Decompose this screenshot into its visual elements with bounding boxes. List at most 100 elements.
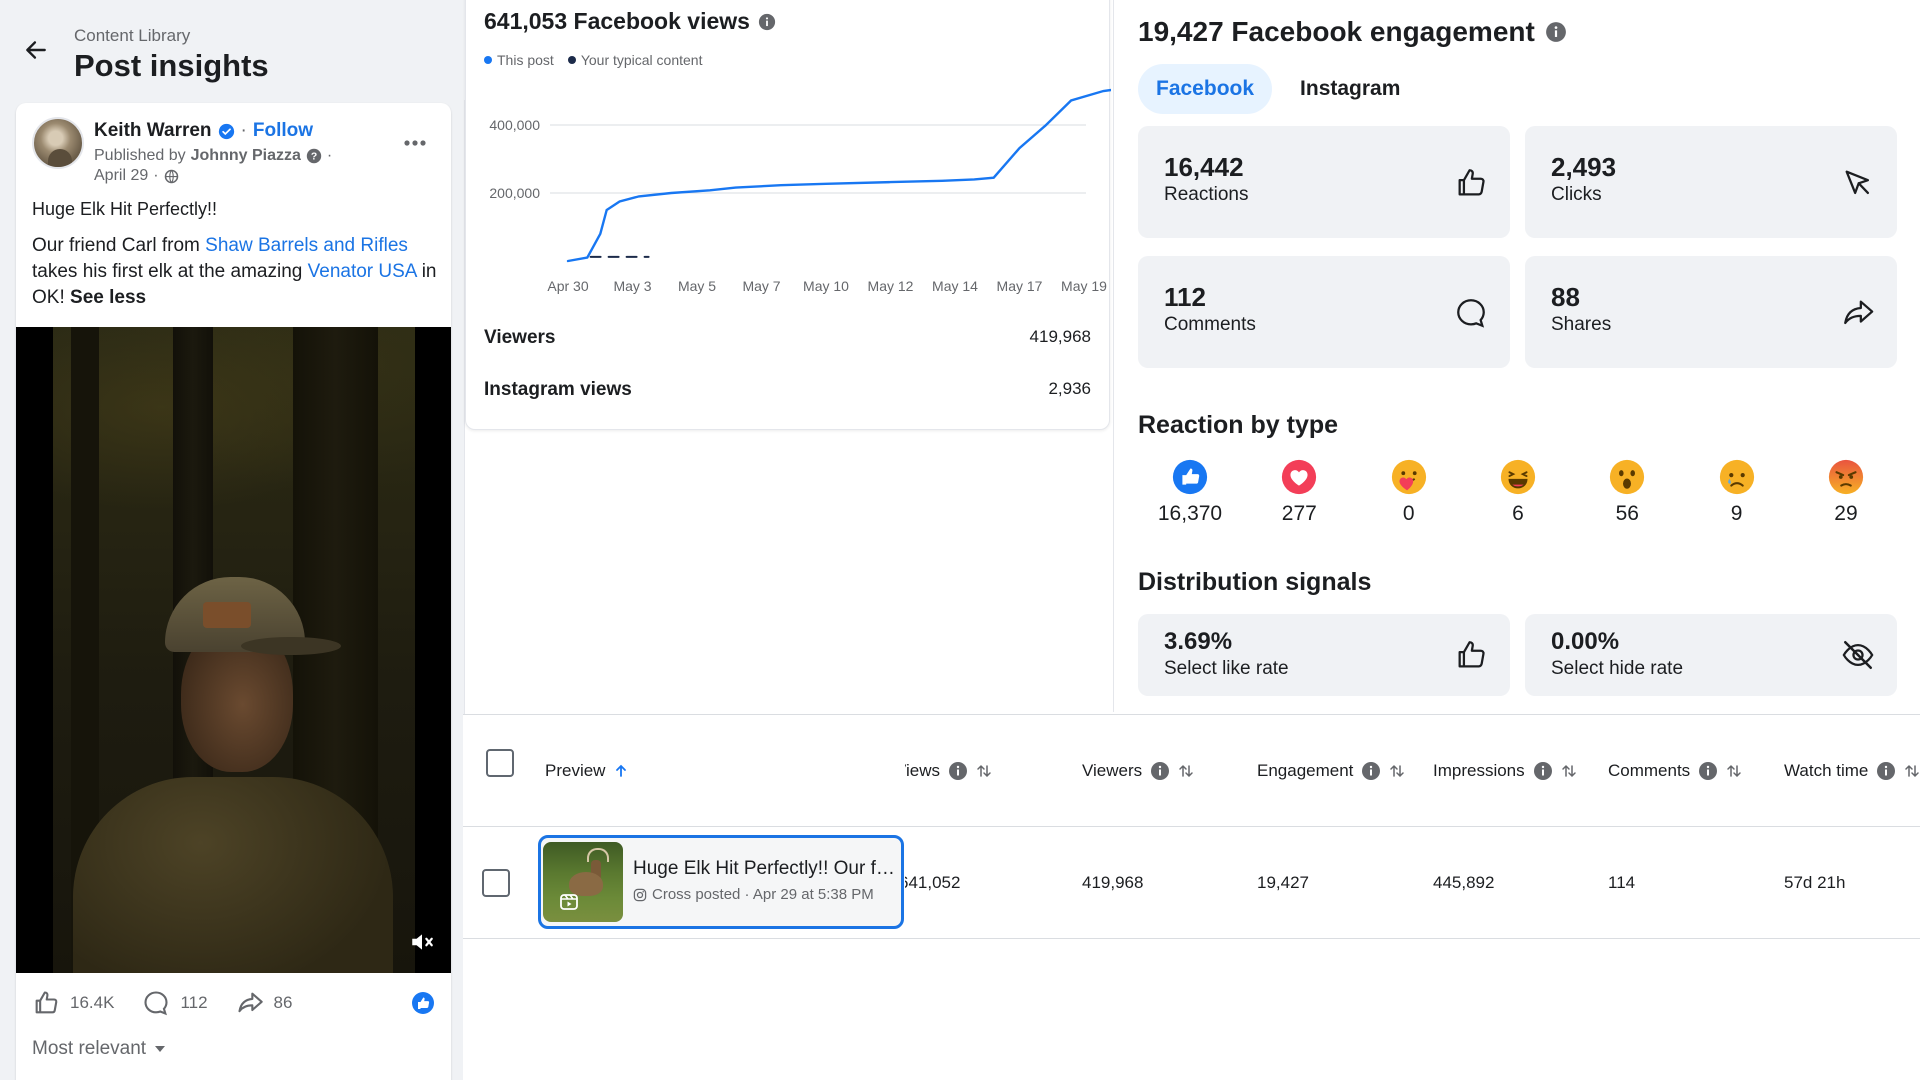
metric-value: 0.00%	[1551, 628, 1620, 655]
hide-rate-tile: 0.00% Select hide rate	[1525, 614, 1897, 696]
content-table: Preview Views Viewers Engagement Impress…	[463, 714, 1920, 1080]
select-all-checkbox[interactable]	[486, 749, 514, 777]
info-icon[interactable]	[1698, 761, 1718, 781]
metric-value: 112	[1164, 282, 1206, 312]
separator-dot: ·	[153, 167, 159, 184]
mute-button[interactable]	[407, 927, 437, 957]
separator-dot: ·	[326, 147, 333, 164]
reactions-tile: 16,442 Reactions	[1138, 126, 1510, 238]
tab-facebook[interactable]: Facebook	[1138, 64, 1273, 114]
x-tick-label: May 19	[1061, 278, 1107, 294]
like-rate-tile: 3.69% Select like rate	[1138, 614, 1510, 696]
post-action-bar: 16.4K 112 86	[16, 973, 451, 1033]
views-line-chart[interactable]: 400,000 200,000 Apr 30 May 3 May 5 May 7 May 1…	[466, 71, 1111, 311]
page-link-venator[interactable]: Venator USA	[308, 261, 417, 282]
separator-dot: ·	[240, 120, 247, 141]
cell-comments: 114	[1608, 873, 1636, 892]
info-icon[interactable]	[1361, 761, 1381, 781]
metric-label: Shares	[1551, 314, 1612, 335]
post-text: takes his first elk at the amazing	[32, 261, 308, 282]
column-header-comments[interactable]: Comments	[1608, 761, 1742, 781]
platform-tabs: Facebook Instagram	[1138, 64, 1418, 114]
sort-icon[interactable]	[1389, 763, 1405, 779]
reaction-count: 56	[1615, 502, 1639, 525]
metric-label: Comments	[1164, 314, 1256, 335]
page-link-shaw[interactable]: Shaw Barrels and Rifles	[205, 235, 408, 256]
cell-views: 641,052	[905, 873, 961, 892]
info-icon[interactable]	[1876, 761, 1896, 781]
metric-value: 88	[1551, 282, 1580, 312]
x-tick-label: May 17	[997, 278, 1043, 294]
publisher-name[interactable]: Johnny Piazza	[191, 147, 301, 165]
sort-icon[interactable]	[976, 763, 992, 779]
x-tick-label: Apr 30	[547, 278, 588, 294]
info-icon[interactable]	[1533, 761, 1553, 781]
care-reaction-icon	[1391, 459, 1426, 495]
page-header: Content Library Post insights	[0, 0, 465, 100]
thumbs-up-icon	[1458, 641, 1485, 668]
engagement-title: 19,427 Facebook engagement	[1138, 16, 1567, 48]
back-button[interactable]	[18, 32, 54, 68]
author-name[interactable]: Keith Warren	[94, 120, 212, 142]
comment-icon	[144, 991, 168, 1016]
column-header-views[interactable]: Views	[905, 761, 1035, 781]
post-thumbnail	[543, 842, 623, 922]
reaction-count: 277	[1281, 502, 1317, 525]
comment-sort-dropdown[interactable]: Most relevant	[32, 1038, 166, 1060]
info-icon[interactable]	[1545, 21, 1567, 43]
reaction-count: 16,370	[1157, 502, 1223, 525]
like-reaction-badge-icon	[412, 992, 434, 1014]
column-header-watch-time[interactable]: Watch time	[1784, 761, 1920, 781]
table-row[interactable]: Huge Elk Hit Perfectly!! Our friend Carl…	[463, 827, 1920, 939]
share-button[interactable]: 86	[236, 989, 292, 1017]
post-body: Our friend Carl from Shaw Barrels and Ri…	[32, 233, 442, 311]
info-icon[interactable]	[758, 13, 776, 31]
follow-button[interactable]: Follow	[253, 120, 313, 142]
eye-slash-icon	[1842, 640, 1874, 670]
x-tick-label: May 12	[868, 278, 914, 294]
column-header-preview[interactable]: Preview	[545, 761, 629, 781]
post-preview-cell[interactable]: Huge Elk Hit Perfectly!! Our friend Carl…	[538, 835, 904, 929]
comment-button[interactable]: 112	[142, 989, 208, 1017]
arrow-left-icon	[26, 41, 46, 59]
metric-label: Select hide rate	[1551, 658, 1684, 679]
x-tick-label: May 5	[678, 278, 716, 294]
cell-watch-time: 57d 21h	[1784, 873, 1846, 892]
sort-icon[interactable]	[1178, 763, 1194, 779]
video-player[interactable]	[16, 327, 451, 973]
sort-icon[interactable]	[1561, 763, 1577, 779]
viewers-label: Viewers	[484, 327, 556, 348]
comments-tile: 112 Comments	[1138, 256, 1510, 368]
tab-instagram[interactable]: Instagram	[1282, 64, 1418, 114]
cursor-click-icon	[1845, 170, 1870, 195]
info-icon[interactable]	[1150, 761, 1170, 781]
clicks-tile: 2,493 Clicks	[1525, 126, 1897, 238]
avatar[interactable]	[32, 117, 84, 169]
share-icon	[237, 992, 263, 1013]
like-count: 16.4K	[70, 993, 115, 1012]
row-checkbox[interactable]	[482, 869, 510, 897]
column-header-impressions[interactable]: Impressions	[1433, 761, 1577, 781]
more-options-button[interactable]	[397, 125, 433, 161]
post-text: Our friend Carl from	[32, 235, 206, 256]
sort-icon[interactable]	[1904, 763, 1920, 779]
caret-down-icon	[155, 1046, 166, 1052]
info-icon[interactable]	[948, 761, 968, 781]
see-less-button[interactable]: See less	[70, 287, 146, 308]
love-reaction-icon	[1282, 459, 1317, 495]
column-header-viewers[interactable]: Viewers	[1082, 761, 1194, 781]
comment-count: 112	[180, 993, 208, 1012]
breadcrumb[interactable]: Content Library	[74, 26, 190, 46]
post-date[interactable]: April 29	[94, 167, 148, 185]
reaction-angry: 29	[1806, 458, 1886, 526]
instagram-icon	[633, 888, 647, 901]
column-header-engagement[interactable]: Engagement	[1257, 761, 1405, 781]
help-icon[interactable]: ?	[306, 148, 322, 164]
post-preview-panel: Content Library Post insights Keith Warr…	[0, 0, 465, 1080]
metric-value: 3.69%	[1164, 628, 1233, 655]
metric-label: Select like rate	[1164, 658, 1289, 679]
sort-icon[interactable]	[1726, 763, 1742, 779]
reaction-count: 6	[1512, 502, 1524, 525]
reaction-sad: 9	[1697, 458, 1777, 526]
like-button[interactable]: 16.4K	[32, 989, 114, 1017]
